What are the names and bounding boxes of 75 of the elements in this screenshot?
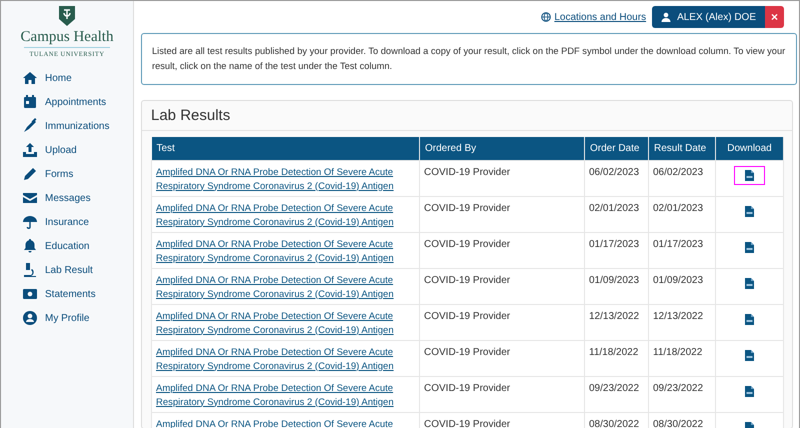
test-link[interactable]: Amplifed DNA Or RNA Probe Detection Of Severe Acute Respiratory Syndrome Coronavirus 2 (Covid-19) Antigen (156, 202, 415, 230)
column-header: Test (152, 137, 420, 160)
table-cell: 08/30/2022 (584, 412, 648, 428)
calendar-icon (22, 94, 38, 110)
sidebar-item[interactable]: Home (22, 70, 133, 86)
home-icon (22, 70, 38, 86)
sidebar-item[interactable]: Education (22, 238, 133, 254)
panel-title: Lab Results (142, 101, 792, 131)
logout-button[interactable]: × (765, 6, 784, 28)
pdf-file-icon (745, 350, 754, 360)
table-cell: 12/13/2022 (648, 304, 716, 340)
test-link[interactable]: Amplifed DNA Or RNA Probe Detection Of Severe Acute Respiratory Syndrome Coronavirus 2 (Covid-19) Antigen (156, 382, 415, 410)
pdf-file-icon (745, 170, 754, 180)
column-header: Ordered By (420, 137, 584, 160)
sidebar-item[interactable]: Insurance (22, 214, 133, 230)
table-cell: 02/01/2023 (584, 196, 648, 232)
pdf-file-icon (745, 314, 754, 324)
table-cell: 02/01/2023 (648, 196, 716, 232)
table-cell: 09/23/2022 (584, 376, 648, 412)
pdf-file-icon (745, 278, 754, 288)
column-header: Download (716, 137, 784, 160)
pdf-file-icon (745, 206, 754, 216)
table-cell: 01/09/2023 (648, 268, 716, 304)
user-icon (22, 310, 38, 326)
table-cell: 11/18/2022 (584, 340, 648, 376)
globe-icon (541, 12, 552, 22)
table-cell: COVID-19 Provider (420, 412, 584, 428)
sidebar-item[interactable]: Upload (22, 142, 133, 158)
table-cell: 06/02/2023 (584, 160, 648, 196)
pdf-download-button[interactable] (734, 166, 765, 184)
table-cell: 01/17/2023 (584, 232, 648, 268)
table-cell: COVID-19 Provider (420, 196, 584, 232)
table-cell: COVID-19 Provider (420, 268, 584, 304)
table-cell: COVID-19 Provider (420, 340, 584, 376)
bell-icon (22, 238, 38, 254)
table-cell: COVID-19 Provider (420, 304, 584, 340)
table-cell: 08/30/2022 (648, 412, 716, 428)
test-link[interactable]: Amplifed DNA Or RNA Probe Detection Of Severe Acute Respiratory Syndrome Coronavirus 2 (Covid-19) Antigen (156, 274, 415, 302)
sidebar-item[interactable]: Immunizations (22, 118, 133, 134)
sidebar-item[interactable]: Messages (22, 190, 133, 206)
sidebar-item[interactable]: Appointments (22, 94, 133, 110)
table-cell: COVID-19 Provider (420, 160, 584, 196)
shield-logo-icon (58, 5, 76, 27)
upload-icon (22, 142, 38, 158)
sidebar-item[interactable]: My Profile (22, 310, 133, 326)
table-cell: 09/23/2022 (648, 376, 716, 412)
banknote-icon (22, 286, 38, 302)
table-cell: 01/17/2023 (648, 232, 716, 268)
table-cell: COVID-19 Provider (420, 376, 584, 412)
table-cell: 01/09/2023 (584, 268, 648, 304)
pdf-file-icon (745, 242, 754, 252)
brand-title: Campus Health (20, 29, 114, 46)
column-header: Order Date (584, 137, 648, 160)
sidebar-item[interactable]: Lab Result (22, 262, 133, 278)
locations-link[interactable]: Locations and Hours (541, 12, 646, 22)
table-cell: COVID-19 Provider (420, 232, 584, 268)
test-link[interactable]: Amplifed DNA Or RNA Probe Detection Of Severe Acute Respiratory Syndrome Coronavirus 2 (Covid-19) Antigen (156, 346, 415, 374)
syringe-icon (22, 118, 38, 134)
microscope-icon (22, 262, 38, 278)
envelope-icon (22, 190, 38, 206)
test-link[interactable]: Amplifed DNA Or RNA Probe Detection Of Severe Acute Respiratory Syndrome Coronavirus 2 (Covid-19) Antigen (156, 166, 415, 194)
table-cell: 06/02/2023 (648, 160, 716, 196)
info-message: Listed are all test results published by your provider. To download a copy of your result, click on the PDF symbol under the download column. To view your result, click on the name of the test under the Test column. (141, 33, 797, 85)
column-header: Result Date (648, 137, 716, 160)
umbrella-icon (22, 214, 38, 230)
user-icon (661, 12, 672, 22)
sidebar-item[interactable]: Forms (22, 166, 133, 182)
pdf-file-icon (745, 386, 754, 396)
table-cell: 12/13/2022 (584, 304, 648, 340)
user-button[interactable]: ALEX (Alex) DOE (652, 6, 765, 28)
sidebar-item[interactable]: Statements (22, 286, 133, 302)
test-link[interactable]: Amplifed DNA Or RNA Probe Detection Of Severe Acute Respiratory Syndrome Coronavirus 2 (Covid-19) Antigen (156, 238, 415, 266)
table-cell: 11/18/2022 (648, 340, 716, 376)
pencil-icon (22, 166, 38, 182)
test-link[interactable]: Amplifed DNA Or RNA Probe Detection Of Severe Acute Respiratory Syndrome Coronavirus 2 (Covid-19) Antigen (156, 310, 415, 338)
